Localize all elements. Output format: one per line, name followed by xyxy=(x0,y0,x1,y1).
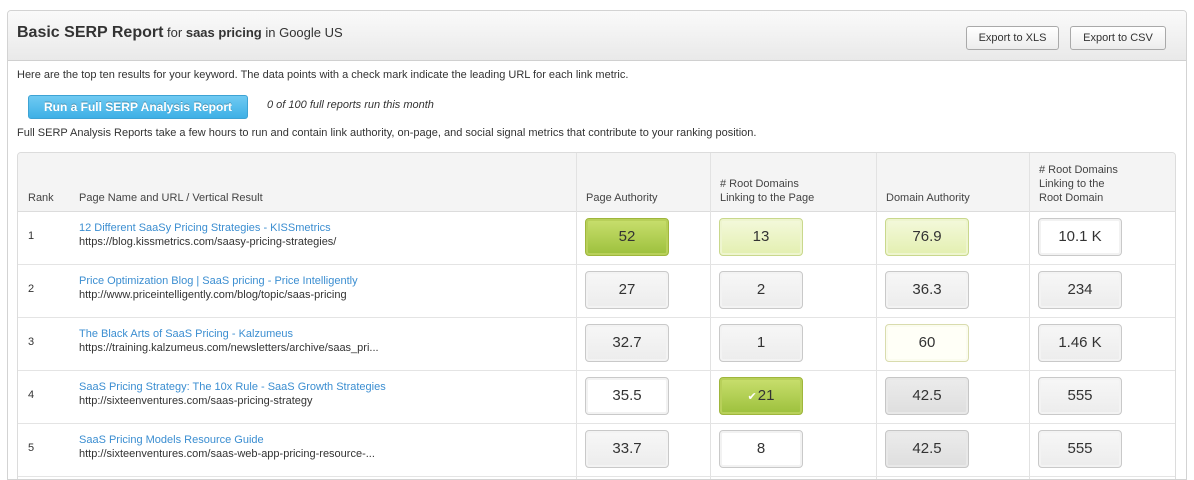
col-header-page-authority[interactable]: Page Authority xyxy=(586,191,658,205)
col-header-page[interactable]: Page Name and URL / Vertical Result xyxy=(79,191,263,205)
col-header-rank[interactable]: Rank xyxy=(28,191,54,205)
title-in-word: in xyxy=(265,25,276,40)
root-domains-root-value: 10.1 K xyxy=(1038,218,1122,256)
domain-authority-value: 60 xyxy=(885,324,969,362)
report-title-main: Basic SERP Report xyxy=(17,24,164,41)
page-authority-value: 32.7 xyxy=(585,324,669,362)
row-rank: 4 xyxy=(28,389,35,401)
row-rank: 5 xyxy=(28,442,35,454)
col-header-root-domains-root-line3: Root Domain xyxy=(1039,192,1104,204)
serp-report-panel: Basic SERP Report for saas pricing in Go… xyxy=(7,10,1187,480)
page-authority-value: 27 xyxy=(585,271,669,309)
serp-table: Rank Page Name and URL / Vertical Result… xyxy=(17,152,1176,479)
page-authority-value: 33.7 xyxy=(585,430,669,468)
col-header-root-domains-page-line1: # Root Domains xyxy=(720,178,799,190)
report-title: Basic SERP Report for saas pricing in Go… xyxy=(17,24,343,42)
export-csv-button[interactable]: Export to CSV xyxy=(1070,26,1166,50)
root-domains-root-value: 555 xyxy=(1038,377,1122,415)
table-row: 5 SaaS Pricing Models Resource Guide htt… xyxy=(18,423,1175,477)
table-row: 2 Price Optimization Blog | SaaS pricing… xyxy=(18,264,1175,318)
table-header: Rank Page Name and URL / Vertical Result… xyxy=(18,153,1175,212)
domain-authority-value: 76.9 xyxy=(885,218,969,256)
col-header-root-domains-root-line2: Linking to the xyxy=(1039,178,1105,190)
root-domains-root-value: 1.46 K xyxy=(1038,324,1122,362)
domain-authority-value: 36.3 xyxy=(885,271,969,309)
panel-header: Basic SERP Report for saas pricing in Go… xyxy=(8,11,1186,61)
page-authority-value: 52 xyxy=(585,218,669,256)
table-row: 3 The Black Arts of SaaS Pricing - Kalzu… xyxy=(18,317,1175,371)
run-full-report-button[interactable]: Run a Full SERP Analysis Report xyxy=(28,95,248,119)
col-header-root-domains-root[interactable]: # Root Domains Linking to the Root Domai… xyxy=(1039,163,1118,205)
result-url: http://www.priceintelligently.com/blog/t… xyxy=(79,289,347,301)
root-domains-page-value: 13 xyxy=(719,218,803,256)
row-rank: 1 xyxy=(28,230,35,242)
root-domains-page-value: ✔21 xyxy=(719,377,803,415)
result-url: http://sixteenventures.com/saas-pricing-… xyxy=(79,395,313,407)
export-xls-button[interactable]: Export to XLS xyxy=(966,26,1059,50)
table-row: 4 SaaS Pricing Strategy: The 10x Rule - … xyxy=(18,370,1175,424)
result-title-link[interactable]: 12 Different SaaSy Pricing Strategies - … xyxy=(79,222,331,234)
reports-run-status: 0 of 100 full reports run this month xyxy=(267,99,434,111)
root-domains-page-number: 21 xyxy=(757,387,775,404)
root-domains-page-value: 8 xyxy=(719,430,803,468)
result-url: https://training.kalzumeus.com/newslette… xyxy=(79,342,379,354)
result-title-link[interactable]: Price Optimization Blog | SaaS pricing -… xyxy=(79,275,358,287)
title-engine: Google US xyxy=(279,25,343,40)
check-icon: ✔ xyxy=(747,391,757,403)
col-header-root-domains-page[interactable]: # Root Domains Linking to the Page xyxy=(720,177,814,205)
row-rank: 2 xyxy=(28,283,35,295)
result-url: https://blog.kissmetrics.com/saasy-prici… xyxy=(79,236,337,248)
result-title-link[interactable]: SaaS Pricing Models Resource Guide xyxy=(79,434,264,446)
domain-authority-value: 42.5 xyxy=(885,430,969,468)
col-header-domain-authority[interactable]: Domain Authority xyxy=(886,191,970,205)
root-domains-page-value: 1 xyxy=(719,324,803,362)
table-row: 1 12 Different SaaSy Pricing Strategies … xyxy=(18,211,1175,265)
intro-text: Here are the top ten results for your ke… xyxy=(17,69,629,81)
root-domains-root-value: 555 xyxy=(1038,430,1122,468)
col-header-root-domains-root-line1: # Root Domains xyxy=(1039,164,1118,176)
page-authority-value: 35.5 xyxy=(585,377,669,415)
domain-authority-value: 42.5 xyxy=(885,377,969,415)
title-keyword: saas pricing xyxy=(185,25,262,40)
result-title-link[interactable]: The Black Arts of SaaS Pricing - Kalzume… xyxy=(79,328,293,340)
title-for-word: for xyxy=(167,25,183,40)
root-domains-page-value: 2 xyxy=(719,271,803,309)
col-header-root-domains-page-line2: Linking to the Page xyxy=(720,192,815,204)
full-report-description: Full SERP Analysis Reports take a few ho… xyxy=(17,127,757,139)
result-title-link[interactable]: SaaS Pricing Strategy: The 10x Rule - Sa… xyxy=(79,381,386,393)
result-url: http://sixteenventures.com/saas-web-app-… xyxy=(79,448,375,460)
root-domains-root-value: 234 xyxy=(1038,271,1122,309)
row-rank: 3 xyxy=(28,336,35,348)
